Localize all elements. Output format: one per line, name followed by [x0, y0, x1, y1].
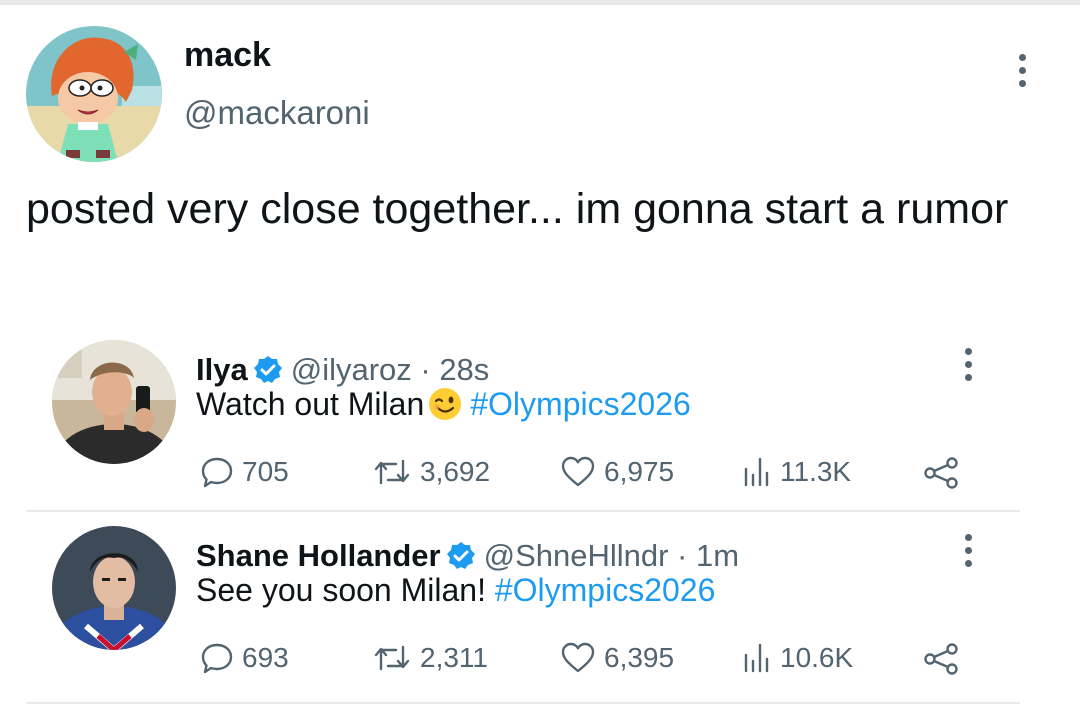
author-name[interactable]: mack [184, 36, 271, 75]
quoted-tweet-text: Watch out Milan #Olympics2026 [196, 386, 691, 423]
views-count: 11.3K [780, 456, 852, 487]
views-button[interactable]: 11.3K [742, 450, 851, 494]
verified-badge-icon [446, 542, 475, 569]
tweet-actions: 705 3,692 6,975 11.3K [0, 450, 1080, 494]
heart-icon [561, 642, 595, 673]
share-icon [924, 457, 958, 489]
retweet-button[interactable]: 2,311 [372, 636, 488, 680]
winking-face-emoji [429, 388, 462, 420]
quoted-author-name[interactable]: Shane Hollander [196, 538, 441, 574]
cartoon-avatar-icon [26, 26, 162, 162]
tweet-actions: 693 2,311 6,395 10.6K [0, 636, 1080, 680]
reply-icon [201, 643, 233, 674]
views-chart-icon [744, 643, 769, 673]
views-chart-icon [744, 457, 769, 487]
retweet-icon [374, 459, 410, 485]
views-button[interactable]: 10.6K [742, 636, 853, 680]
more-options-icon[interactable] [1016, 54, 1028, 87]
quoted-text: Watch out Milan [196, 386, 425, 422]
like-count: 6,395 [604, 642, 675, 673]
profile-photo-icon [52, 340, 176, 464]
profile-photo-icon [52, 526, 176, 650]
tweet-divider [26, 702, 1020, 704]
verified-badge-icon [253, 356, 282, 383]
hashtag-link[interactable]: #Olympics2026 [495, 572, 716, 608]
like-count: 6,975 [604, 456, 675, 487]
share-button[interactable] [922, 636, 970, 680]
quoted-author-handle[interactable]: @ShneHllndr · 1m [484, 538, 739, 574]
share-icon [924, 643, 958, 675]
quoted-author-name[interactable]: Ilya [196, 352, 248, 388]
retweet-button[interactable]: 3,692 [372, 450, 490, 494]
quoted-text: See you soon Milan! [196, 572, 486, 608]
retweet-icon [374, 645, 410, 671]
retweet-count: 3,692 [420, 456, 491, 487]
avatar[interactable] [26, 26, 162, 162]
quoted-tweet-text: See you soon Milan! #Olympics2026 [196, 572, 715, 609]
embedded-tweet-header: Shane Hollander @ShneHllndr · 1m [196, 536, 739, 576]
reply-icon [201, 457, 233, 488]
like-button[interactable]: 6,395 [560, 636, 674, 680]
author-handle[interactable]: @mackaroni [184, 94, 370, 132]
embedded-tweet-header: Ilya @ilyaroz · 28s [196, 350, 489, 390]
share-button[interactable] [922, 450, 970, 494]
tweet-text: posted very close together... im gonna s… [26, 185, 1009, 233]
like-button[interactable]: 6,975 [560, 450, 674, 494]
tweet-divider [26, 510, 1020, 512]
retweet-count: 2,311 [420, 642, 488, 673]
reply-count: 705 [242, 456, 289, 487]
more-options-icon[interactable] [962, 534, 974, 567]
top-divider [0, 0, 1080, 5]
views-count: 10.6K [780, 642, 854, 673]
hashtag-link[interactable]: #Olympics2026 [470, 386, 691, 422]
more-options-icon[interactable] [962, 348, 974, 381]
avatar[interactable] [52, 526, 176, 650]
reply-count: 693 [242, 642, 289, 673]
heart-icon [561, 456, 595, 487]
embedded-tweet[interactable]: Ilya @ilyaroz · 28s Watch out Milan #Oly… [0, 334, 1080, 509]
embedded-tweet[interactable]: Shane Hollander @ShneHllndr · 1m See you… [0, 520, 1080, 695]
avatar[interactable] [52, 340, 176, 464]
reply-button[interactable]: 705 [200, 450, 289, 494]
reply-button[interactable]: 693 [200, 636, 289, 680]
quoted-author-handle[interactable]: @ilyaroz · 28s [291, 352, 490, 388]
